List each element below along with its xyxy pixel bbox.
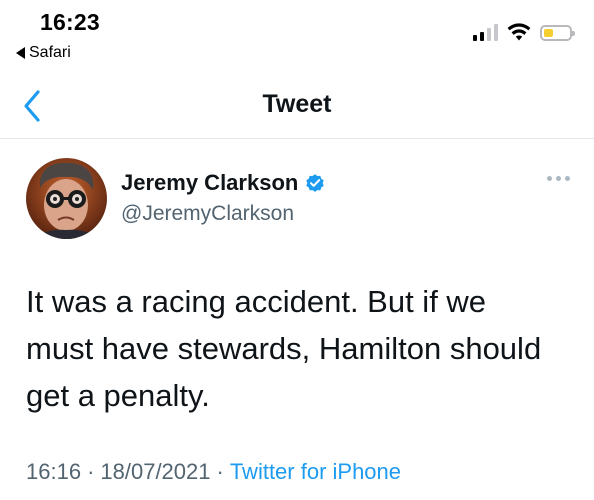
meta-separator: ·	[216, 459, 224, 484]
battery-level	[544, 29, 553, 37]
back-app-label: Safari	[29, 44, 71, 61]
verified-badge-icon	[306, 174, 325, 192]
battery-icon	[540, 25, 575, 41]
tweet-screen: 16:23 Safari Tweet Jeremy Clarkson @Jere…	[0, 0, 594, 500]
wifi-icon	[507, 23, 531, 41]
tweet-source-link[interactable]: Twitter for iPhone	[230, 459, 401, 484]
back-triangle-icon	[16, 47, 25, 59]
cellular-signal-icon	[473, 24, 498, 41]
tweet-text: It was a racing accident. But if we must…	[26, 284, 542, 413]
avatar-image	[26, 158, 107, 239]
navigation-bar: Tweet	[0, 76, 594, 139]
status-time: 16:23	[40, 9, 100, 35]
page-title: Tweet	[262, 90, 332, 118]
more-horizontal-icon[interactable]	[547, 176, 570, 181]
meta-separator: ·	[87, 459, 95, 484]
author-name: Jeremy Clarkson	[121, 170, 299, 195]
tweet-meta: 16:16 · 18/07/2021 · Twitter for iPhone	[26, 459, 401, 485]
tweet-time: 16:16	[26, 459, 82, 484]
back-to-app-link[interactable]: Safari	[16, 44, 71, 62]
author-handle[interactable]: @JeremyClarkson	[121, 202, 294, 226]
avatar[interactable]	[26, 158, 107, 239]
status-icons	[473, 23, 575, 41]
tweet-date: 18/07/2021	[100, 459, 211, 484]
author-name-row[interactable]: Jeremy Clarkson	[121, 170, 326, 196]
